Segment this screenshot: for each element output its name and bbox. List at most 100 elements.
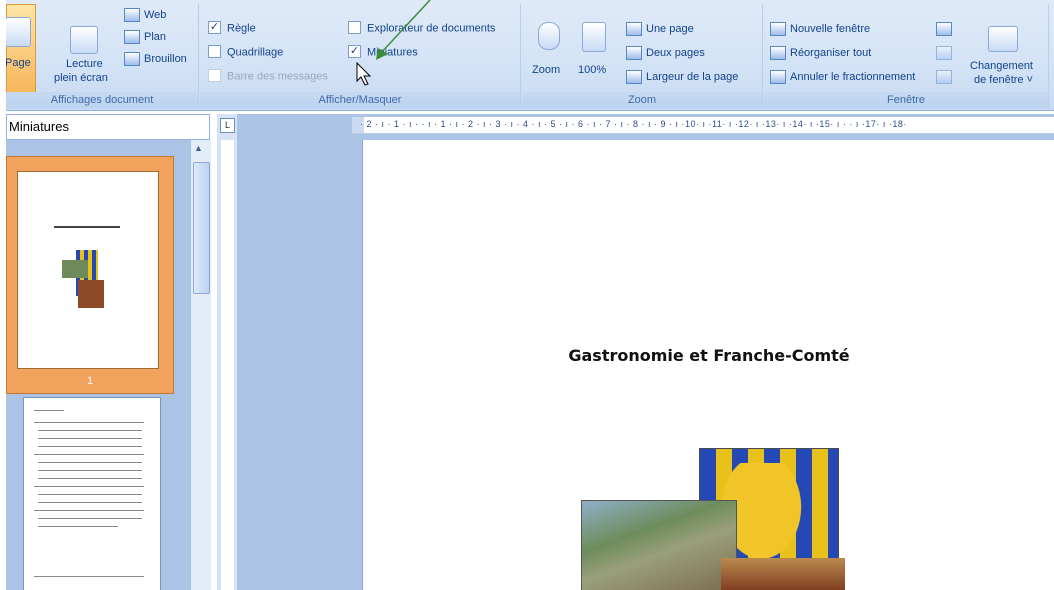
switch-window-label-1[interactable]: Changement (970, 60, 1033, 72)
horizontal-ruler[interactable]: · 2 · ı · 1 · ı · · ı · 1 · ı · 2 · ı · … (352, 117, 1054, 134)
group-zoom: Zoom 100% Une page Deux pages Largeur de… (522, 4, 763, 108)
arrange-all-icon (770, 46, 786, 60)
group-label-afficher: Afficher/Masquer (200, 92, 520, 108)
zoom-icon[interactable] (538, 22, 560, 50)
zoom-label[interactable]: Zoom (532, 64, 560, 76)
scroll-up-arrow-icon[interactable]: ▲ (194, 143, 203, 153)
page-layout-button[interactable]: Page (6, 4, 36, 94)
toc-line (34, 454, 144, 455)
remove-split-button[interactable]: Annuler le fractionnement (770, 70, 915, 84)
one-page-button[interactable]: Une page (626, 22, 694, 36)
reset-position-glyph-icon (936, 70, 952, 84)
page-width-label: Largeur de la page (646, 70, 739, 83)
outline-button[interactable]: Plan (124, 30, 166, 44)
one-page-label: Une page (646, 22, 694, 35)
vertical-ruler-track (221, 140, 234, 590)
group-label-affichages: Affichages document (6, 92, 198, 108)
page-width-icon (626, 70, 642, 84)
page-layout-label: Page (6, 57, 31, 69)
arrange-all-button[interactable]: Réorganiser tout (770, 46, 871, 60)
toc-line (38, 518, 142, 519)
ruler-label: Règle (227, 22, 256, 35)
two-pages-button[interactable]: Deux pages (626, 46, 705, 60)
toc-line (34, 410, 64, 411)
lecture-label-1[interactable]: Lecture (66, 58, 103, 70)
toc-line (38, 526, 118, 527)
sync-scroll-icon (936, 46, 956, 60)
toc-line (38, 438, 142, 439)
thumbnails-scrollbar[interactable]: ▲ (190, 140, 211, 590)
view-side-by-side-icon[interactable] (936, 22, 956, 36)
thumbnails-check-mark: ✓ (348, 45, 361, 58)
message-bar-label: Barre des messages (227, 70, 328, 83)
web-layout-button[interactable]: Web (124, 8, 166, 22)
scrollbar-thumb[interactable] (193, 162, 210, 294)
hundred-percent-label[interactable]: 100% (578, 64, 606, 76)
toc-line (38, 446, 142, 447)
web-icon (124, 8, 140, 22)
ruler-checkbox[interactable]: ✓ Règle (208, 21, 256, 35)
new-window-icon (770, 22, 786, 36)
draft-button[interactable]: Brouillon (124, 52, 187, 66)
thumbnail-food-image (78, 280, 104, 308)
gridlines-box (208, 45, 221, 58)
sync-scroll-glyph-icon (936, 46, 952, 60)
arrange-all-label: Réorganiser tout (790, 46, 872, 59)
gridlines-label: Quadrillage (227, 46, 284, 59)
switch-window-label-2[interactable]: de fenêtre ˅ (974, 74, 1033, 86)
hundred-percent-icon[interactable] (582, 22, 606, 52)
saline-photo-image (581, 500, 737, 590)
toc-line (38, 462, 142, 463)
new-window-button[interactable]: Nouvelle fenêtre (770, 22, 870, 36)
document-map-box (348, 21, 361, 34)
group-label-fenetre: Fenêtre (764, 92, 1048, 108)
footer-line (34, 576, 144, 577)
thumbnail-page-1-preview (17, 171, 159, 369)
group-fenetre: Nouvelle fenêtre Réorganiser tout Annule… (764, 4, 1049, 108)
page-width-button[interactable]: Largeur de la page (626, 70, 738, 84)
two-pages-label: Deux pages (646, 46, 705, 59)
thumbnail-page-1[interactable]: 1 (6, 156, 174, 394)
side-by-side-glyph-icon (936, 22, 952, 36)
horizontal-ruler-ticks: · 2 · ı · 1 · ı · · ı · 1 · ı · 2 · ı · … (360, 119, 907, 129)
vertical-ruler: L (217, 114, 237, 590)
toc-line (38, 478, 142, 479)
ruler-check-mark: ✓ (208, 21, 221, 34)
thumbnail-page-number: 1 (86, 375, 94, 387)
group-affichages-document: Page Lecture plein écran Web Plan Brouil… (6, 4, 199, 108)
ribbon-view-tab: Page Lecture plein écran Web Plan Brouil… (6, 0, 1054, 111)
toc-line (38, 494, 142, 495)
toc-line (34, 486, 144, 487)
group-label-zoom: Zoom (522, 92, 762, 108)
toc-line (38, 470, 142, 471)
gridlines-checkbox[interactable]: Quadrillage (208, 45, 284, 59)
annotation-arrow-icon (376, 0, 431, 60)
cheese-photo-image (721, 558, 845, 590)
word-window: Page Lecture plein écran Web Plan Brouil… (6, 0, 1054, 590)
message-bar-box (208, 69, 221, 82)
toc-line (38, 430, 142, 431)
toc-line (38, 502, 142, 503)
toc-line (34, 422, 144, 423)
thumbnail-page-2[interactable] (23, 397, 161, 590)
reset-position-icon (936, 70, 956, 84)
group-afficher-masquer: ✓ Règle Quadrillage Barre des messages Ex… (200, 4, 521, 108)
lecture-label-2[interactable]: plein écran (54, 72, 108, 84)
brouillon-label: Brouillon (144, 52, 187, 65)
tab-selector-button[interactable]: L (220, 118, 235, 133)
outline-icon (124, 30, 140, 44)
thumbnails-pane: 1 (6, 140, 190, 590)
two-pages-icon (626, 46, 642, 60)
switch-window-icon[interactable] (988, 26, 1018, 52)
draft-icon (124, 52, 140, 66)
full-screen-reading-icon[interactable] (70, 26, 98, 54)
web-label: Web (144, 8, 167, 21)
remove-split-label: Annuler le fractionnement (790, 70, 916, 83)
new-window-label: Nouvelle fenêtre (790, 22, 871, 35)
toc-line (34, 510, 144, 511)
one-page-icon (626, 22, 642, 36)
document-title: Gastronomie et Franche-Comté (568, 346, 850, 365)
thumbnail-title-line (54, 226, 120, 228)
document-page[interactable]: Gastronomie et Franche-Comté (362, 140, 1054, 590)
plan-label: Plan (144, 30, 167, 43)
